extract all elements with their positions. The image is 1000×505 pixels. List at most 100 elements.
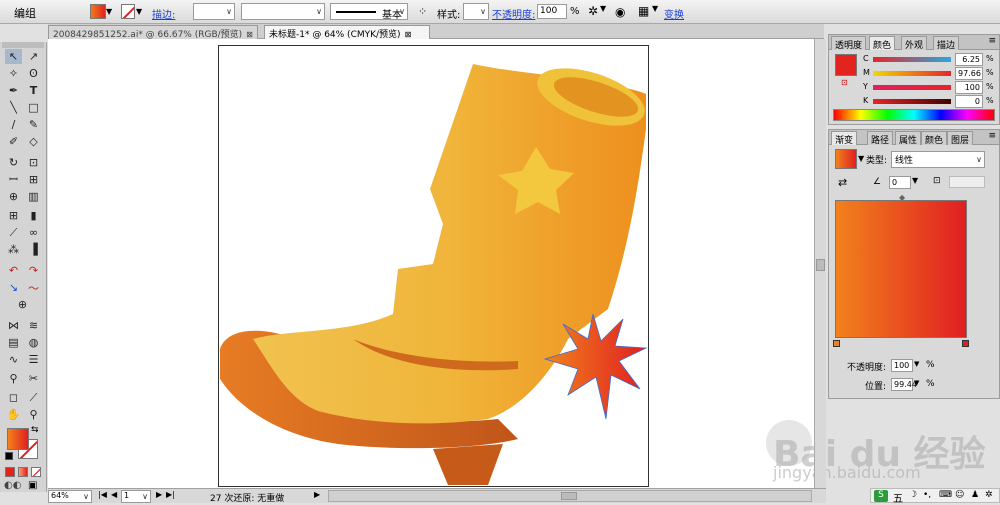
scroll-thumb[interactable] <box>816 259 825 271</box>
stroke-none-swatch[interactable] <box>121 4 135 19</box>
lasso-tool-icon[interactable]: ʘ <box>25 66 42 81</box>
live-paint-tool-icon[interactable]: ▥ <box>25 189 42 204</box>
fill-dropdown-icon[interactable]: ▼ <box>106 4 116 19</box>
magic-wand-tool-icon[interactable]: ✧ <box>5 66 22 81</box>
align-icon[interactable]: ⁘ <box>418 5 427 18</box>
moon-icon[interactable]: ☽ <box>909 490 917 500</box>
rotate-tool-icon[interactable]: ↻ <box>5 155 22 170</box>
chevron-down-icon[interactable]: ▼ <box>652 4 658 13</box>
hand-tool-icon[interactable]: ✋ <box>5 407 22 422</box>
tab-transparency[interactable]: 透明度 <box>831 36 867 51</box>
rectangle-tool-icon[interactable]: □ <box>25 100 42 115</box>
gradient-type-select[interactable]: 线性 ∨ <box>891 151 985 168</box>
target-tool-icon[interactable]: ⊕ <box>14 297 31 312</box>
red-wave-tool-icon[interactable]: 〜 <box>25 280 42 295</box>
channel-k-slider[interactable] <box>873 99 951 104</box>
panel-menu-icon[interactable]: ≡ <box>988 131 996 141</box>
none-mode-icon[interactable] <box>31 467 41 477</box>
color-spectrum[interactable] <box>833 109 995 121</box>
artboard-tool-icon[interactable]: ◻ <box>5 390 22 405</box>
direct-selection-tool-icon[interactable]: ↗ <box>25 49 42 64</box>
chevron-down-icon[interactable]: ▼ <box>912 176 918 185</box>
tab-stroke[interactable]: 描边 <box>933 36 960 51</box>
eraser-tool-icon[interactable]: ◇ <box>25 134 42 149</box>
free-transform-tool-icon[interactable]: ⊞ <box>25 172 42 187</box>
user-icon[interactable]: ☺ <box>955 490 964 500</box>
stroke-link[interactable]: 描边: <box>152 6 175 21</box>
panel-menu-icon[interactable]: ≡ <box>988 36 996 46</box>
channel-k-input[interactable]: 0 <box>955 95 983 108</box>
warp-tool-icon[interactable]: ꟷ <box>5 172 22 187</box>
stop-opacity-input[interactable]: 100 <box>891 359 913 372</box>
twirl-tool-icon[interactable]: ◍ <box>25 335 42 350</box>
slice-tool-icon[interactable]: ⚲ <box>5 371 22 386</box>
line-graph-tool-icon[interactable]: ∿ <box>5 352 22 367</box>
red-tool-2-icon[interactable]: ↷ <box>25 263 42 278</box>
ime-logo-icon[interactable]: S <box>874 490 888 502</box>
status-menu-icon[interactable]: ▶ <box>314 490 320 499</box>
tab-layers[interactable]: 图层 <box>947 131 974 146</box>
type-tool-icon[interactable]: T <box>25 83 42 98</box>
prev-artboard-icon[interactable]: ◀ <box>111 490 117 499</box>
swap-colors-icon[interactable]: ⇆ <box>31 425 39 435</box>
brush-definition-dropdown[interactable]: 基本 ∨ <box>330 3 408 21</box>
transform-link[interactable]: 变换 <box>664 6 684 21</box>
pen-tool-icon[interactable]: ✒ <box>5 83 22 98</box>
channel-y-slider[interactable] <box>873 85 951 90</box>
chart-tool-icon[interactable]: ▤ <box>5 335 22 350</box>
fill-swatch[interactable] <box>90 4 106 19</box>
list-tool-icon[interactable]: ☰ <box>25 352 42 367</box>
shirt-icon[interactable]: ♟ <box>971 490 979 500</box>
aspect-ratio-input[interactable] <box>949 176 985 188</box>
blend-tool-icon[interactable]: ∞ <box>25 225 42 240</box>
artboard-select[interactable]: 1 ∨ <box>121 490 151 503</box>
zoom-select[interactable]: 64% ∨ <box>48 490 92 503</box>
tab-color-guide[interactable]: 颜色 <box>921 131 948 146</box>
last-artboard-icon[interactable]: ▶| <box>166 490 175 499</box>
gradient-stop-end[interactable] <box>962 340 969 347</box>
tab-color[interactable]: 颜色 <box>869 36 896 51</box>
chevron-down-icon[interactable]: ▼ <box>914 379 919 387</box>
doc-tab-1[interactable]: 2008429851252.ai* @ 66.67% (RGB/预览) ⊠ <box>48 25 258 40</box>
channel-m-slider[interactable] <box>873 71 951 76</box>
opacity-link[interactable]: 不透明度: <box>492 6 535 21</box>
style-dropdown[interactable]: ∨ <box>463 3 489 20</box>
out-of-gamut-icon[interactable]: ⊡ <box>841 78 848 87</box>
opacity-input[interactable]: 100 <box>537 4 567 19</box>
channel-c-slider[interactable] <box>873 57 951 62</box>
channel-m-input[interactable]: 97.66 <box>955 67 983 80</box>
recolor-icon[interactable]: ✲ <box>588 4 598 18</box>
gradient-ramp-preview[interactable] <box>835 200 967 338</box>
horizontal-scrollbar[interactable] <box>328 490 812 502</box>
grid-icon[interactable]: ▦ <box>638 4 649 18</box>
screen-mode-icon[interactable]: ▣ <box>28 480 37 491</box>
pencil-tool-icon[interactable]: ✎ <box>25 117 42 132</box>
paintbrush-tool-icon[interactable]: ∕ <box>5 117 22 132</box>
first-artboard-icon[interactable]: |◀ <box>98 490 107 499</box>
channel-y-input[interactable]: 100 <box>955 81 983 94</box>
tab-attributes[interactable]: 属性 <box>895 131 922 146</box>
envelope-tool-icon[interactable]: ⋈ <box>5 318 22 333</box>
fill-color-box[interactable] <box>7 428 29 450</box>
gradient-mode-icon[interactable] <box>18 467 28 477</box>
stroke-weight-dropdown[interactable]: ∨ <box>193 3 235 20</box>
stroke-dropdown-icon[interactable]: ▼ <box>136 4 146 19</box>
shape-builder-tool-icon[interactable]: ⊕ <box>5 189 22 204</box>
column-graph-tool-icon[interactable]: ▐ <box>25 242 42 257</box>
close-icon[interactable]: ⊠ <box>246 30 253 39</box>
chevron-down-icon[interactable]: ▼ <box>858 154 864 163</box>
color-fill-swatch[interactable] <box>835 54 857 76</box>
default-colors-icon[interactable] <box>5 452 13 460</box>
gradient-tool-icon[interactable]: ▮ <box>25 208 42 223</box>
globe-icon[interactable]: ◉ <box>615 5 625 19</box>
red-tool-1-icon[interactable]: ↶ <box>5 263 22 278</box>
selection-tool-icon[interactable]: ↖ <box>5 49 22 64</box>
gradient-stop-start[interactable] <box>833 340 840 347</box>
tools-grip[interactable] <box>2 42 44 48</box>
scale-tool-icon[interactable]: ⊡ <box>25 155 42 170</box>
scissors-tool-icon[interactable]: ✂ <box>25 371 42 386</box>
blue-tool-icon[interactable]: ↘ <box>5 280 22 295</box>
blob-brush-tool-icon[interactable]: ✐ <box>5 134 22 149</box>
keyboard-icon[interactable]: ⌨ <box>939 490 952 500</box>
chevron-down-icon[interactable]: ▼ <box>600 4 606 13</box>
